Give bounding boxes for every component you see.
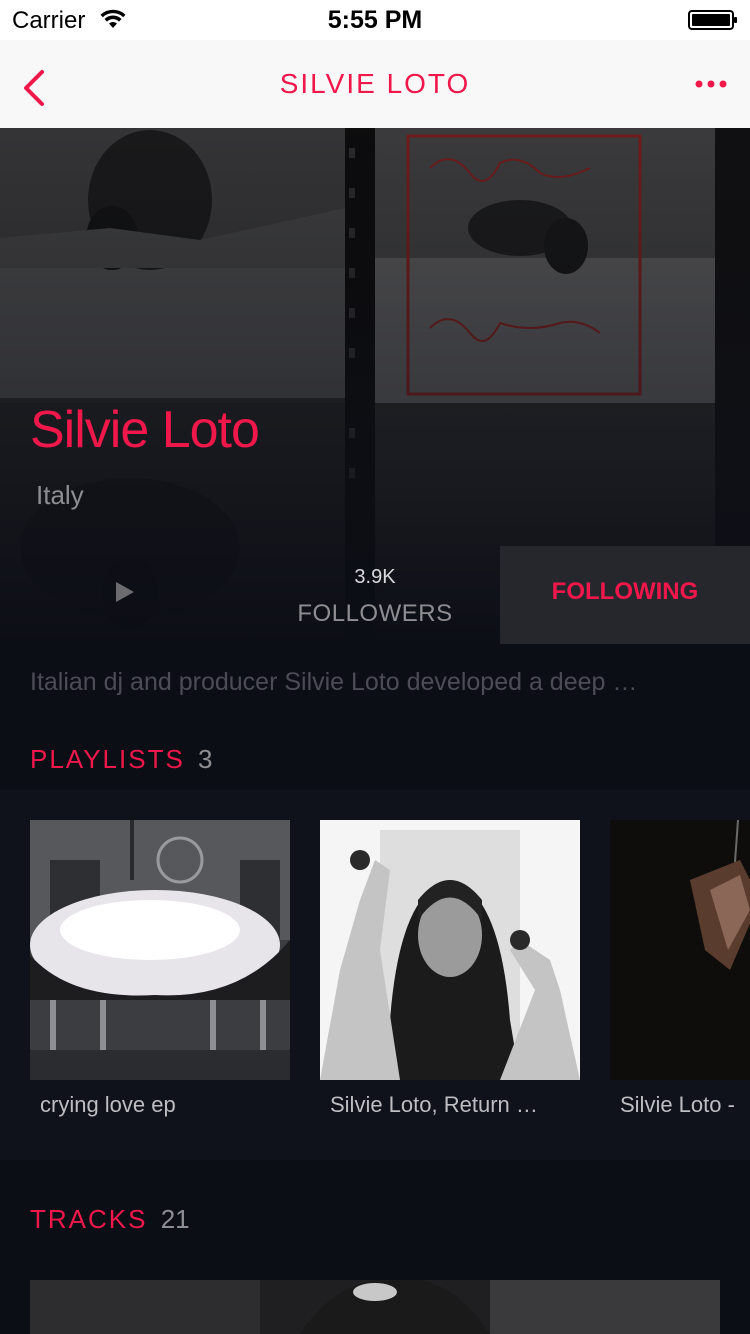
nav-bar: SILVIE LOTO	[0, 40, 750, 128]
followers-label: FOLLOWERS	[297, 600, 453, 627]
tracks-section-title[interactable]: TRACKS 21	[30, 1204, 190, 1235]
following-button[interactable]: FOLLOWING	[500, 546, 750, 644]
playlist-title: crying love ep	[40, 1092, 176, 1117]
playlists-section-title[interactable]: PLAYLISTS 3	[30, 744, 213, 775]
playlist-card[interactable]: Silvie Loto, Return …	[320, 820, 580, 1118]
playlist-title: Silvie Loto, Return …	[330, 1092, 538, 1117]
playlist-cover-image	[610, 820, 750, 1080]
more-dots-icon[interactable]	[692, 70, 732, 98]
playlist-card[interactable]: Silvie Loto -	[610, 820, 750, 1118]
following-button-label: FOLLOWING	[551, 578, 699, 605]
artist-bio[interactable]: Italian dj and producer Silvie Loto deve…	[30, 668, 730, 697]
battery-icon	[688, 10, 737, 30]
playlists-label: PLAYLISTS	[30, 744, 185, 774]
playlist-carousel[interactable]: crying love ep Silvie Loto, Return … Sil…	[0, 790, 750, 1160]
track-cover-image[interactable]	[30, 1280, 720, 1334]
play-button[interactable]	[0, 546, 250, 644]
playlist-cover-image	[30, 820, 290, 1080]
page-title: SILVIE LOTO	[279, 68, 471, 99]
artist-country: Italy	[36, 480, 84, 510]
followers-count: 3.9K	[354, 566, 396, 588]
artist-name: Silvie Loto	[30, 401, 260, 459]
playlist-title: Silvie Loto -	[620, 1092, 735, 1117]
playlist-cover-image	[320, 820, 580, 1080]
play-icon	[116, 582, 134, 602]
followers-stat: 3.9K FOLLOWERS	[250, 546, 500, 644]
tracks-label: TRACKS	[30, 1204, 148, 1234]
playlist-card[interactable]: crying love ep	[30, 820, 290, 1118]
status-bar: Carrier 5:55 PM	[0, 0, 750, 40]
artist-action-row: 3.9K FOLLOWERS FOLLOWING	[0, 546, 750, 644]
tracks-count: 21	[160, 1204, 190, 1234]
playlists-count: 3	[198, 744, 213, 774]
status-time: 5:55 PM	[327, 6, 423, 34]
